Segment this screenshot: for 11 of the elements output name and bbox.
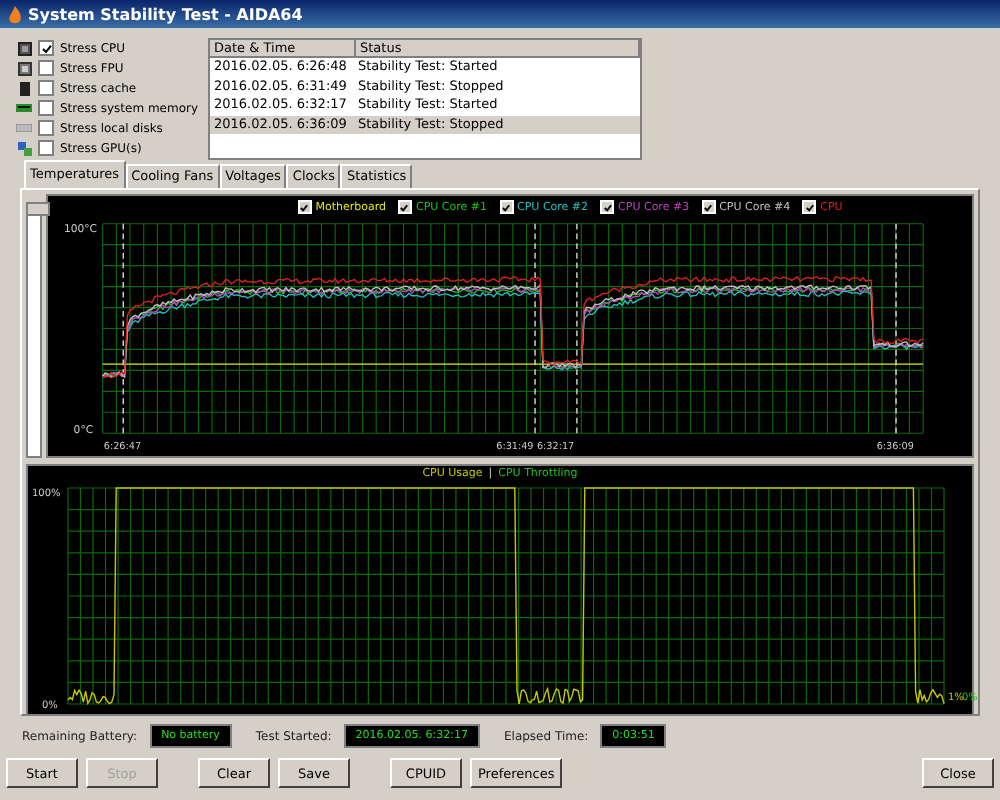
checkbox[interactable] [38, 40, 54, 57]
checkbox[interactable] [38, 120, 54, 137]
window-title: System Stability Test - AIDA64 [28, 5, 303, 23]
disk-drive-icon [16, 124, 32, 133]
memory-module-icon [16, 104, 32, 113]
checkbox[interactable] [38, 100, 54, 117]
checkbox[interactable] [38, 80, 54, 97]
checkbox[interactable] [38, 60, 54, 77]
graphics-card-icon [17, 141, 31, 156]
checkbox[interactable] [38, 140, 54, 157]
memory-chip-icon [19, 81, 29, 96]
